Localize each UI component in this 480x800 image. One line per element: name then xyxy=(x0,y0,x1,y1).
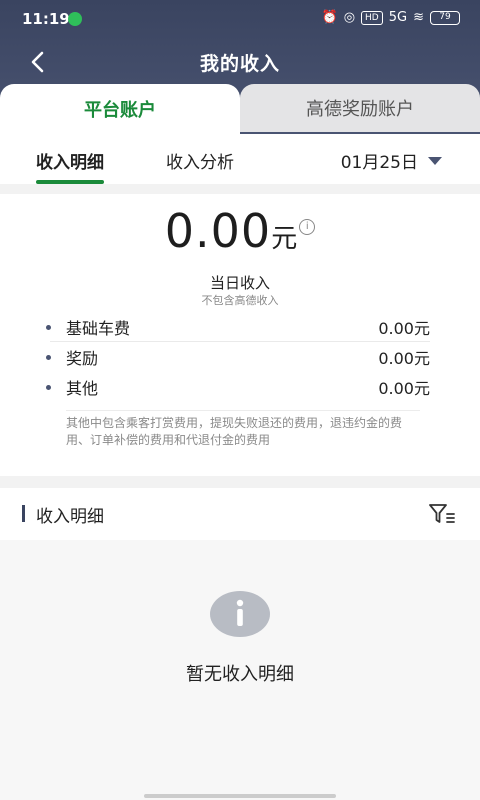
bullet-icon xyxy=(46,355,51,360)
amount-value: 0.00 xyxy=(164,204,272,258)
tab-amap-reward-account[interactable]: 高德奖励账户 xyxy=(240,84,480,132)
nav-bar: 我的收入 xyxy=(0,40,480,82)
status-icons: ⏰ ◎ HD 5G ≋ 79 xyxy=(321,10,460,26)
section-marker xyxy=(22,505,25,522)
bullet-icon xyxy=(46,325,51,330)
breakdown-label: 基础车费 xyxy=(66,318,131,338)
empty-state: 暂无收入明细 xyxy=(0,540,480,800)
info-icon[interactable]: i xyxy=(299,219,316,235)
breakdown-row: 基础车费 0.00元 xyxy=(46,312,430,342)
date-picker[interactable]: 01月25日 xyxy=(341,148,442,173)
subtab-income-analysis[interactable]: 收入分析 xyxy=(166,148,234,173)
account-tabs: 平台账户 高德奖励账户 xyxy=(0,84,480,134)
income-breakdown: 基础车费 0.00元 奖励 0.00元 其他 0.00元 xyxy=(46,312,430,402)
detail-title: 收入明细 xyxy=(36,507,104,527)
breakdown-label: 其他 xyxy=(66,379,99,398)
breakdown-row: 奖励 0.00元 xyxy=(46,342,430,372)
detail-section-header: 收入明细 xyxy=(0,488,480,540)
wifi-icon: ≋ xyxy=(413,10,424,25)
battery-icon: 79 xyxy=(430,11,460,25)
income-summary-card: 0.00元 i 当日收入 不包含高德收入 基础车费 0.00元 奖励 0.00元 … xyxy=(0,194,480,476)
signal-icon: 5G xyxy=(388,10,408,25)
app-notification-icon xyxy=(68,12,82,26)
amount-unit: 元 xyxy=(271,224,298,254)
date-value: 01月25日 xyxy=(340,153,418,173)
empty-state-text: 暂无收入明细 xyxy=(186,664,294,685)
subtab-income-detail[interactable]: 收入明细 xyxy=(36,148,104,184)
home-indicator xyxy=(144,794,336,798)
breakdown-row: 其他 0.00元 xyxy=(46,372,430,402)
breakdown-value: 0.00元 xyxy=(378,349,430,368)
breakdown-label: 奖励 xyxy=(66,349,99,368)
bullet-icon xyxy=(46,385,51,390)
daily-amount: 0.00元 i xyxy=(0,204,480,258)
daily-income-label: 当日收入 xyxy=(209,274,270,292)
location-icon: ◎ xyxy=(343,10,356,25)
status-bar: 11:19 ⏰ ◎ HD 5G ≋ 79 xyxy=(0,0,480,38)
filter-icon[interactable] xyxy=(428,502,456,526)
info-circle-icon xyxy=(210,591,270,637)
hd-badge: HD xyxy=(361,11,383,25)
page-title: 我的收入 xyxy=(199,53,280,75)
tab-platform-account[interactable]: 平台账户 xyxy=(0,84,240,134)
alarm-icon: ⏰ xyxy=(321,10,338,25)
caret-down-icon xyxy=(428,156,442,165)
breakdown-value: 0.00元 xyxy=(378,379,430,398)
sub-tabs: 收入明细 收入分析 01月25日 xyxy=(0,134,480,184)
daily-income-sublabel: 不包含高德收入 xyxy=(201,294,279,307)
breakdown-value: 0.00元 xyxy=(378,318,430,338)
status-time: 11:19 xyxy=(22,10,70,28)
other-income-note: 其他中包含乘客打赏费用，提现失败退还的费用，退违约金的费用、订单补偿的费用和代退… xyxy=(66,410,420,449)
